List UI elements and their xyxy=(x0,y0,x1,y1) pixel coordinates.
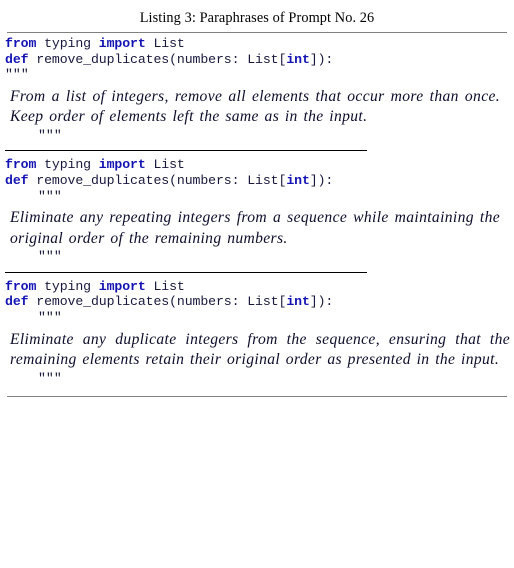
docstring-text-3: Eliminate any duplicate integers from th… xyxy=(10,330,510,369)
signature-tail-2: ]): xyxy=(309,172,334,188)
paraphrase-block-2: from typing import List def remove_dupli… xyxy=(0,157,514,264)
imported-name-2: List xyxy=(145,157,185,173)
keyword-import-2: import xyxy=(98,157,146,173)
paraphrase-block-3: from typing import List def remove_dupli… xyxy=(0,279,514,386)
imported-name-3: List xyxy=(145,278,185,294)
docstring-close-quote-3: """ xyxy=(38,370,62,386)
keyword-int-3: int xyxy=(286,294,310,310)
code-def-line-1: def remove_duplicates(numbers: List[int]… xyxy=(0,52,514,68)
keyword-from-1: from xyxy=(5,36,37,51)
docstring-text-2: Eliminate any repeating integers from a … xyxy=(10,209,500,247)
module-name-2: typing xyxy=(36,157,99,173)
signature-tail-1: ]): xyxy=(309,51,334,67)
listing-caption: Listing 3: Paraphrases of Prompt No. 26 xyxy=(139,10,375,26)
keyword-int-1: int xyxy=(286,51,310,67)
function-signature-3: remove_duplicates(numbers: List[ xyxy=(28,294,287,310)
function-signature-2: remove_duplicates(numbers: List[ xyxy=(28,172,287,188)
code-import-line-2: from typing import List xyxy=(0,157,514,173)
paraphrase-block-1: from typing import List def remove_dupli… xyxy=(0,33,514,143)
keyword-import-1: import xyxy=(98,36,146,51)
keyword-def-1: def xyxy=(5,51,29,67)
keyword-int-2: int xyxy=(286,172,310,188)
paraphrase-blocks: from typing import List def remove_dupli… xyxy=(0,33,514,396)
docstring-text-1: From a list of integers, remove all elem… xyxy=(10,87,500,126)
keyword-from-3: from xyxy=(5,278,37,294)
keyword-from-2: from xyxy=(5,157,37,173)
keyword-def-2: def xyxy=(5,172,29,188)
block-separator-rule-1 xyxy=(5,150,367,152)
code-import-line-1: from typing import List xyxy=(0,36,514,52)
bottom-horizontal-rule xyxy=(7,396,507,398)
signature-tail-3: ]): xyxy=(309,294,334,310)
keyword-import-3: import xyxy=(98,278,146,294)
module-name-3: typing xyxy=(36,278,99,294)
docstring-open-quote-1: """ xyxy=(5,67,29,83)
imported-name-1: List xyxy=(145,36,185,51)
function-signature-1: remove_duplicates(numbers: List[ xyxy=(28,51,287,67)
docstring-close-quote-1: """ xyxy=(38,127,62,143)
code-def-line-2: def remove_duplicates(numbers: List[int]… xyxy=(0,173,514,189)
docstring-close-quote-2: """ xyxy=(38,249,62,265)
block-separator-rule-2 xyxy=(5,271,367,273)
module-name-1: typing xyxy=(36,36,99,51)
listing-figure: Listing 3: Paraphrases of Prompt No. 26 … xyxy=(0,0,514,568)
code-import-line-3: from typing import List xyxy=(0,279,514,295)
keyword-def-3: def xyxy=(5,294,29,310)
docstring-open-quote-3: """ xyxy=(38,309,62,325)
docstring-open-quote-2: """ xyxy=(38,188,62,204)
code-def-line-3: def remove_duplicates(numbers: List[int]… xyxy=(0,294,514,310)
